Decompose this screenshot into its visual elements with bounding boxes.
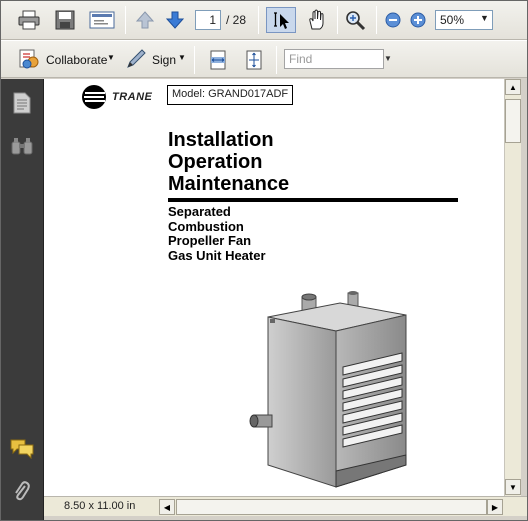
collaborate-label[interactable]: Collaborate xyxy=(46,53,107,67)
pages-panel-button[interactable] xyxy=(10,91,34,115)
print-button[interactable] xyxy=(16,7,42,33)
sign-button[interactable] xyxy=(123,46,149,72)
zoom-in-icon xyxy=(410,12,426,28)
subtitle-line: Combustion xyxy=(168,218,244,234)
hand-tool-button[interactable] xyxy=(304,7,330,33)
marquee-zoom-icon xyxy=(346,11,366,31)
status-bar: 8.50 x 11.00 in ◀ ▶ xyxy=(44,496,528,516)
select-tool-button[interactable] xyxy=(266,7,296,33)
email-button[interactable] xyxy=(87,7,117,33)
model-number: Model: GRAND017ADF xyxy=(167,85,294,105)
save-button[interactable] xyxy=(52,7,78,33)
zoom-in-button[interactable] xyxy=(409,11,427,29)
sign-label[interactable]: Sign xyxy=(152,53,176,67)
collaborate-button[interactable] xyxy=(16,46,42,72)
main-toolbar: 1 / 28 50% ▼ xyxy=(0,0,528,40)
find-input[interactable]: Find xyxy=(284,49,384,69)
collaborate-icon xyxy=(19,49,39,69)
scroll-up-icon[interactable]: ▲ xyxy=(505,79,521,95)
fit-page-button[interactable] xyxy=(242,48,266,72)
vertical-scrollbar[interactable]: ▲ ▼ xyxy=(504,79,521,496)
unit-heater-illustration xyxy=(249,291,407,488)
scroll-down-icon[interactable]: ▼ xyxy=(505,479,521,495)
secondary-toolbar: Collaborate ▼ Sign ▼ xyxy=(0,40,528,78)
brand-name: TRANE xyxy=(112,91,153,103)
attachments-panel-button[interactable] xyxy=(10,479,34,505)
next-page-button[interactable] xyxy=(164,9,186,31)
vertical-scroll-thumb[interactable] xyxy=(505,99,521,143)
horizontal-scroll-thumb[interactable] xyxy=(176,499,487,515)
horizontal-scrollbar[interactable]: ◀ ▶ xyxy=(159,499,504,516)
save-icon xyxy=(55,10,75,30)
fit-page-icon xyxy=(246,50,262,70)
hand-tool-icon xyxy=(309,9,324,30)
scroll-right-icon[interactable]: ▶ xyxy=(487,499,503,515)
page-total: / 28 xyxy=(226,13,247,27)
comments-panel-icon xyxy=(10,439,34,459)
page-number-input[interactable]: 1 xyxy=(195,10,221,30)
page-size-label: 8.50 x 11.00 in xyxy=(64,500,136,512)
marquee-zoom-button[interactable] xyxy=(342,7,368,33)
title-rule xyxy=(168,198,458,202)
next-page-icon xyxy=(165,11,185,29)
subtitle-line: Gas Unit Heater xyxy=(168,247,266,263)
subtitle-line: Propeller Fan xyxy=(168,233,252,248)
select-tool-icon xyxy=(274,12,289,29)
attachments-panel-icon xyxy=(15,481,30,501)
zoom-dropdown-arrow-icon[interactable]: ▼ xyxy=(480,13,489,23)
collaborate-dropdown-icon[interactable]: ▼ xyxy=(107,53,115,62)
document-view[interactable]: TRANE Model: GRAND017ADF Installation Op… xyxy=(44,79,504,496)
find-panel-icon xyxy=(11,138,33,155)
zoom-out-icon xyxy=(385,12,401,28)
comments-panel-button[interactable] xyxy=(9,437,35,461)
navigation-panel xyxy=(0,79,44,521)
find-dropdown-icon[interactable]: ▼ xyxy=(383,49,393,69)
document-subtitle: Separated Combustion Propeller Fan Gas U… xyxy=(168,204,266,263)
title-line: Installation xyxy=(168,129,274,151)
trane-logo-icon xyxy=(82,85,106,109)
sign-icon xyxy=(127,49,146,68)
title-line: Operation xyxy=(168,151,263,173)
zoom-out-button[interactable] xyxy=(384,11,402,29)
title-line: Maintenance xyxy=(168,173,290,195)
email-icon xyxy=(89,11,115,29)
scroll-left-icon[interactable]: ◀ xyxy=(159,499,175,515)
prev-page-icon xyxy=(135,11,155,29)
document-title: Installation Operation Maintenance xyxy=(168,129,289,195)
pdf-page: TRANE Model: GRAND017ADF Installation Op… xyxy=(44,79,504,496)
trane-logo: TRANE xyxy=(82,85,152,109)
print-icon xyxy=(18,10,40,30)
subtitle-line: Separated xyxy=(168,204,231,219)
sign-dropdown-icon[interactable]: ▼ xyxy=(178,53,186,62)
prev-page-button[interactable] xyxy=(134,9,156,31)
fit-width-icon xyxy=(210,50,226,70)
find-panel-button[interactable] xyxy=(10,134,34,158)
pages-panel-icon xyxy=(13,92,31,114)
fit-width-button[interactable] xyxy=(206,48,230,72)
